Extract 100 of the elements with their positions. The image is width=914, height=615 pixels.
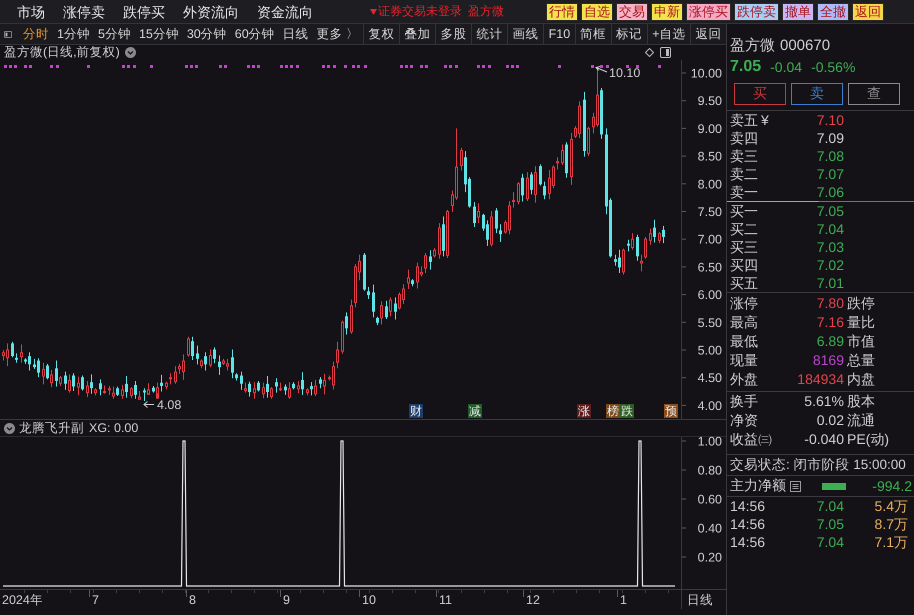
stat-label: 换手 (730, 392, 759, 411)
order-label: 卖二 (730, 165, 758, 183)
menu-item[interactable]: 市场 (8, 2, 54, 22)
toolbar-button[interactable]: 标记 (610, 24, 647, 44)
period-label: 日线 (687, 593, 713, 607)
axis-label: 8.50 (698, 150, 722, 164)
event-tag[interactable]: 财 (409, 404, 423, 418)
trade-button[interactable]: 买 (734, 83, 786, 105)
tick-volume: 8.7万 (874, 515, 909, 533)
toolbar-button[interactable]: 画线 (507, 24, 544, 44)
event-tag[interactable]: 跌 (620, 404, 634, 418)
date-label: 1 (620, 593, 627, 607)
period-tab[interactable]: 日线 (278, 24, 313, 44)
order-label: 卖五 (730, 111, 758, 129)
stat-label: 最低 (730, 332, 759, 351)
chart-title: 盈方微(日线,前复权) (4, 44, 120, 61)
stat-label: 现量 (730, 351, 759, 370)
axis-label: 5.00 (698, 344, 722, 358)
trade-button[interactable]: 查 (848, 83, 900, 105)
menu-item[interactable]: 外资流向 (174, 2, 248, 22)
panel-toggle-icon[interactable] (660, 47, 671, 58)
order-price: 7.09 (816, 129, 844, 147)
period-tab[interactable]: 15分钟 (134, 24, 183, 44)
toolbar-button[interactable]: 返回 (690, 24, 726, 44)
order-price: 7.08 (816, 147, 844, 165)
toolbar-button[interactable]: 统计 (471, 24, 508, 44)
panel-toggle-icon[interactable] (4, 28, 12, 40)
period-tab[interactable]: 1分钟 (53, 24, 94, 44)
date-label: 2024年 (2, 593, 43, 607)
order-price: 7.01 (816, 274, 844, 292)
stat-label: 市值 (846, 332, 876, 351)
event-tag[interactable]: 涨 (577, 404, 591, 418)
price-change: -0.04 (770, 59, 802, 75)
shortcut-button[interactable]: 全撤 (817, 2, 849, 20)
toolbar-button[interactable]: 多股 (435, 24, 472, 44)
axis-label: 9.50 (698, 94, 722, 108)
currency-mark: ¥ (761, 111, 769, 129)
last-price: 7.05 (730, 58, 762, 76)
event-tag[interactable]: 榜 (606, 404, 620, 418)
order-price: 7.03 (816, 238, 844, 256)
shortcut-button[interactable]: 返回 (852, 2, 884, 20)
toolbar-button[interactable]: F10 (543, 24, 575, 44)
toolbar-button[interactable]: 叠加 (399, 24, 436, 44)
stat-value: 184934 (797, 370, 844, 389)
order-price: 7.04 (816, 220, 844, 238)
main-force-label: 主力净额 (730, 477, 786, 495)
menu-item[interactable]: 跌停买 (114, 2, 174, 22)
shortcut-button[interactable]: 交易 (616, 2, 648, 20)
axis-label: 0.60 (698, 492, 722, 506)
shortcut-button[interactable]: 涨停买 (686, 2, 731, 20)
tick-volume: 5.4万 (874, 497, 909, 515)
dropdown-icon[interactable] (4, 422, 15, 434)
date-label: 10 (362, 593, 376, 607)
toolbar-button[interactable]: +自选 (646, 24, 690, 44)
axis-label: 5.50 (698, 316, 722, 330)
login-status[interactable]: 证券交易未登录 (378, 3, 462, 20)
stat-value: 5.61% (804, 392, 844, 411)
order-label: 卖四 (730, 129, 758, 147)
stat-label: 净资 (730, 411, 759, 430)
axis-label: 7.00 (698, 232, 722, 247)
toolbar-button[interactable]: 简框 (574, 24, 611, 44)
date-label: 12 (526, 593, 540, 607)
tick-price: 7.04 (816, 533, 844, 551)
dropdown-icon[interactable] (124, 47, 136, 58)
toolbar-button[interactable]: 复权 (363, 24, 400, 44)
period-tab[interactable]: 分时 (19, 24, 54, 44)
shortcut-button[interactable]: 跌停卖 (734, 2, 779, 20)
menu-item[interactable]: 资金流向 (248, 2, 322, 22)
price-annotation: 4.08 (157, 398, 182, 412)
stat-label: 股本 (846, 392, 876, 411)
stock-name: 盈方微 (730, 37, 775, 56)
stat-label: 收益㈢ (730, 430, 773, 449)
order-label: 买三 (730, 238, 758, 256)
trade-status: 交易状态: 闭市阶段 15:00:00 (729, 456, 907, 474)
date-label: 9 (283, 593, 290, 607)
axis-label: 6.50 (698, 260, 722, 274)
order-label: 买一 (730, 202, 758, 220)
event-tag[interactable]: 预 (664, 404, 678, 418)
axis-label: 0.80 (698, 464, 722, 478)
shortcut-button[interactable]: 撤单 (782, 2, 814, 20)
down-triangle-icon (370, 8, 377, 14)
event-tag[interactable]: 减 (468, 404, 482, 418)
diamond-icon[interactable] (645, 48, 654, 57)
period-tab[interactable]: 5分钟 (94, 24, 135, 44)
price-annotation: 10.10 (609, 66, 640, 80)
axis-label: 6.00 (698, 288, 722, 302)
period-tab[interactable]: 更多 〉 (312, 24, 364, 44)
shortcut-button[interactable]: 自选 (581, 2, 613, 20)
axis-label: 4.00 (698, 398, 722, 413)
trade-button[interactable]: 卖 (791, 83, 843, 105)
order-price: 7.06 (816, 183, 844, 201)
period-tab[interactable]: 30分钟 (182, 24, 231, 44)
menu-item[interactable]: 涨停卖 (54, 2, 114, 22)
shortcut-button[interactable]: 行情 (546, 2, 578, 20)
stat-label: 最高 (730, 313, 759, 332)
list-icon[interactable] (790, 480, 801, 492)
order-label: 买五 (730, 274, 758, 292)
shortcut-button[interactable]: 申新 (651, 2, 683, 20)
stat-value: 7.16 (816, 313, 844, 332)
period-tab[interactable]: 60分钟 (230, 24, 279, 44)
